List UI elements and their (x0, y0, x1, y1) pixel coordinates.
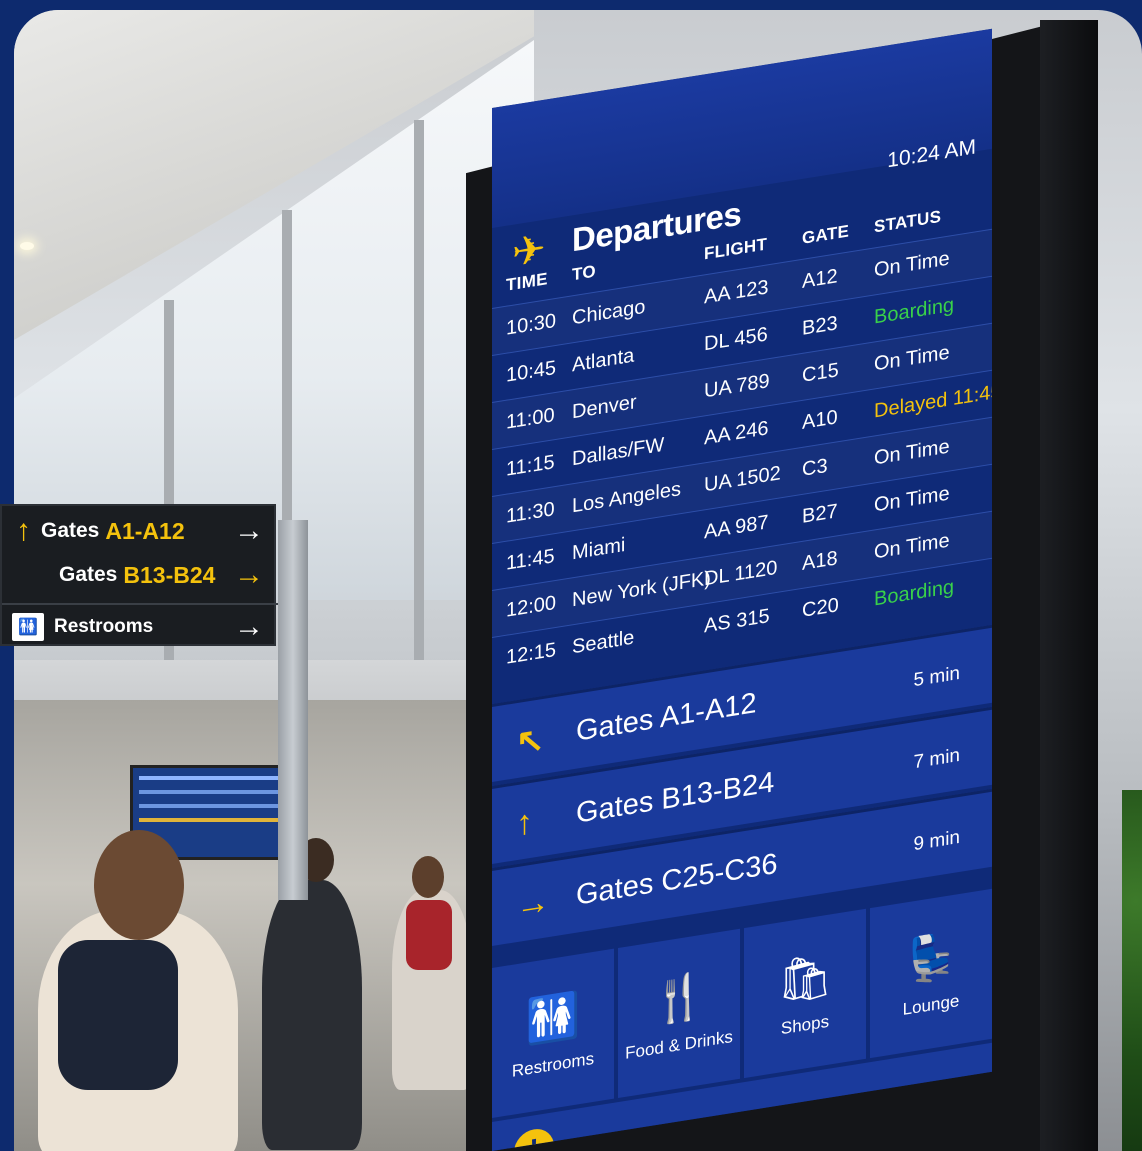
departure-time: 12:15 (506, 638, 557, 669)
arrow-up-left-icon: ↖ (516, 719, 545, 763)
sign-post (278, 520, 308, 900)
destination: Los Angeles (572, 478, 681, 518)
sign-divider (2, 603, 278, 605)
backpack (58, 940, 178, 1090)
restrooms-icon: 🚻 (525, 990, 581, 1048)
flight-number: DL 456 (704, 323, 768, 356)
sign-gates-prefix: Gates (59, 563, 118, 586)
departure-time: 10:30 (506, 309, 557, 340)
arrow-right-icon: → (234, 558, 264, 591)
flight-status: On Time (874, 482, 950, 517)
flight-number: UA 1502 (704, 462, 781, 497)
destination: Denver (572, 391, 637, 424)
departures-table: 10:30 Chicago AA 123 A12 On Time 10:45 Atlanta… (492, 228, 992, 684)
arrow-right-icon: → (234, 514, 264, 547)
traveler-hair (94, 830, 184, 940)
arrow-up-icon: ↑ (516, 802, 533, 844)
amenity-label: Shops (780, 1011, 830, 1039)
flight-status: On Time (874, 341, 950, 376)
gate: C15 (802, 359, 839, 387)
gate: B23 (802, 312, 838, 340)
column-header-flight: FLIGHT (704, 234, 768, 264)
flight-status: On Time (874, 435, 950, 470)
kiosk-side-panel (1040, 20, 1098, 1151)
column-header-gate: GATE (802, 221, 850, 248)
restrooms-icon: 🚻 (12, 613, 44, 641)
amenity-lounge[interactable]: 💺 Lounge (870, 888, 992, 1059)
arrow-right-icon: → (234, 610, 264, 643)
flight-status: Delayed 11:45 (874, 380, 992, 423)
window-mullion (414, 120, 424, 700)
departure-time: 11:45 (506, 545, 555, 575)
flight-status: Boarding (874, 293, 955, 329)
arrow-up-icon: ↑ (16, 514, 31, 547)
departure-time: 10:45 (506, 356, 557, 387)
sign-restrooms-label: Restrooms (54, 616, 154, 637)
lounge-chair-icon: 💺 (903, 930, 959, 988)
ceiling-light (20, 242, 34, 250)
destination: Dallas/FW (572, 433, 665, 471)
flight-number: UA 789 (704, 370, 770, 403)
traveler-dark-jacket (262, 880, 362, 1150)
gate: C3 (802, 454, 828, 481)
shopping-bag-icon: 🛍 (777, 950, 833, 1008)
red-backpack (406, 900, 452, 970)
gate-direction-label: Gates A1-A12 (576, 687, 757, 748)
destination: Seattle (572, 626, 635, 659)
gate: A12 (802, 265, 838, 293)
amenity-label: Lounge (902, 990, 960, 1019)
gate: A10 (802, 406, 838, 434)
gate: A18 (802, 547, 838, 575)
sign-gate-code: A1-A12 (105, 517, 185, 544)
destination: Miami (572, 533, 626, 565)
gate-direction-label: Gates C25-C36 (576, 847, 778, 912)
amenity-restrooms[interactable]: 🚻 Restrooms (492, 948, 614, 1118)
flight-number: AA 123 (704, 276, 769, 309)
flight-status: On Time (874, 529, 950, 564)
walk-time: 7 min (913, 744, 960, 774)
sign-gate-code: B13-B24 (123, 561, 216, 588)
arrow-right-icon: → (516, 881, 550, 926)
destination: Chicago (572, 295, 646, 330)
flight-number: AS 315 (704, 605, 770, 638)
flight-status: On Time (874, 247, 950, 282)
sign-row-restrooms: 🚻 Restrooms → (2, 606, 278, 648)
wayfinding-sign: ↑ Gates A1-A12 → Gates B13-B24 → 🚻 Restr… (0, 504, 278, 648)
amenity-shops[interactable]: 🛍 Shops (744, 908, 866, 1079)
gate: B27 (802, 500, 838, 528)
flight-number: AA 246 (704, 417, 769, 450)
amenity-label: Restrooms (511, 1048, 595, 1081)
kiosk-screen: ✈ Departures 10:24 AM TIME TO FLIGHT GAT… (492, 28, 992, 1151)
traveler-head (412, 856, 444, 898)
departure-time: 11:15 (506, 451, 555, 481)
gate: C20 (802, 594, 839, 622)
amenity-food-drinks[interactable]: 🍴 Food & Drinks (618, 928, 740, 1099)
walk-time: 5 min (913, 662, 960, 692)
potted-plant (1122, 790, 1142, 1151)
walk-time: 9 min (913, 826, 960, 856)
sign-row-gates-a: ↑ Gates A1-A12 → (2, 510, 278, 552)
flight-number: AA 987 (704, 511, 769, 544)
gate-direction-label: Gates B13-B24 (576, 766, 775, 830)
amenity-label: Food & Drinks (625, 1026, 733, 1063)
airplane-icon: ✈ (512, 226, 546, 276)
flight-number: DL 1120 (704, 556, 778, 591)
flight-status: Boarding (874, 575, 955, 611)
destination: Atlanta (572, 344, 635, 377)
departure-time: 12:00 (506, 591, 557, 622)
column-header-to: TO (572, 261, 596, 285)
sign-gates-prefix: Gates (41, 519, 100, 542)
column-header-status: STATUS (874, 206, 942, 237)
departure-time: 11:30 (506, 498, 555, 528)
sign-row-gates-b: Gates B13-B24 → (2, 554, 278, 596)
food-drinks-icon: 🍴 (651, 970, 707, 1028)
departure-time: 11:00 (506, 404, 555, 434)
